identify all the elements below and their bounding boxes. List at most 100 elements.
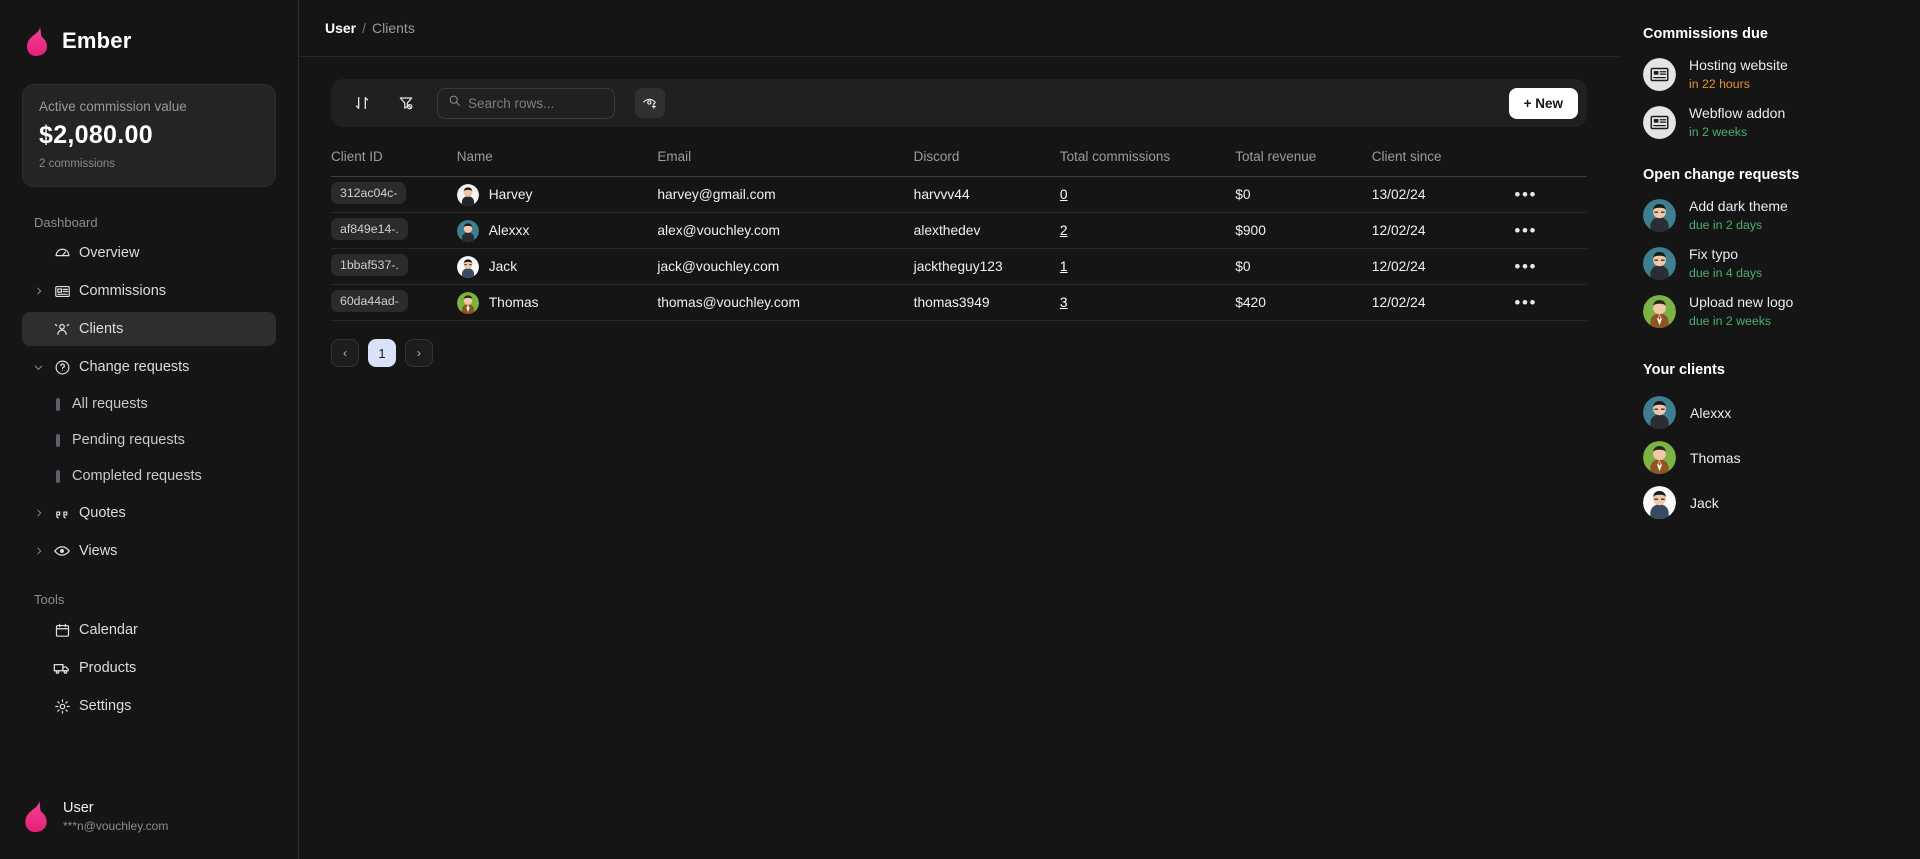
sidebar-item-commissions[interactable]: Commissions <box>22 274 276 308</box>
bullet-bar-icon <box>56 397 60 411</box>
table-row[interactable]: af849e14-. Alexxx alex@vouchley.com alex… <box>331 212 1587 249</box>
column-header-discord[interactable]: Discord <box>913 139 1060 177</box>
change-request-due: due in 2 days <box>1689 218 1763 233</box>
change-request-item[interactable]: Add dark theme due in 2 days <box>1643 197 1896 234</box>
cell-email: harvey@gmail.com <box>657 176 914 213</box>
column-header-commissions[interactable]: Total commissions <box>1059 139 1236 177</box>
commissions-link[interactable]: 2 <box>1060 223 1068 238</box>
column-header-client-id[interactable]: Client ID <box>331 139 457 177</box>
cell-client-id: 1bbaf537-. <box>331 248 457 285</box>
change-request-item[interactable]: Upload new logo due in 2 weeks <box>1643 293 1896 330</box>
sidebar-subitem-completed-requests[interactable]: Completed requests <box>22 460 276 492</box>
pagination: ‹ 1 › <box>331 339 1587 367</box>
column-header-email[interactable]: Email <box>657 139 914 177</box>
client-id-chip[interactable]: af849e14-. <box>331 218 408 240</box>
chevron-right-icon[interactable] <box>32 546 45 556</box>
table-row[interactable]: 60da44ad- Thomas thomas@vouchley.com tho… <box>331 284 1587 321</box>
chevron-right-icon[interactable] <box>32 286 45 296</box>
client-list-item[interactable]: Alexxx <box>1643 396 1896 430</box>
calendar-icon <box>53 622 71 639</box>
column-header-revenue[interactable]: Total revenue <box>1235 139 1372 177</box>
sidebar-item-clients[interactable]: Clients <box>22 312 276 346</box>
table-row[interactable]: 1bbaf537-. Jack jack@vouchley.com jackth… <box>331 248 1587 285</box>
pagination-next-button[interactable]: › <box>405 339 433 367</box>
avatar <box>456 183 479 206</box>
commission-due: in 2 weeks <box>1689 124 1748 139</box>
avatar <box>1643 396 1676 430</box>
breadcrumb-root[interactable]: User <box>325 20 356 36</box>
cell-client-id: af849e14-. <box>331 212 457 249</box>
commissions-link[interactable]: 0 <box>1060 187 1068 202</box>
stat-label: Active commission value <box>39 99 187 114</box>
cell-actions: ••• <box>1514 176 1587 213</box>
sidebar-item-calendar[interactable]: Calendar <box>22 613 276 647</box>
new-button[interactable]: + New <box>1508 87 1578 119</box>
search-input[interactable] <box>468 95 604 111</box>
pagination-prev-button[interactable]: ‹ <box>331 339 359 367</box>
nav-section-dashboard: Dashboard <box>34 215 98 230</box>
commission-due-item[interactable]: Webflow addon in 2 weeks <box>1643 104 1896 141</box>
avatar <box>1643 441 1676 475</box>
client-id-chip[interactable]: 312ac04c- <box>331 182 407 204</box>
gear-icon <box>53 698 71 715</box>
cell-name: Thomas <box>456 284 658 321</box>
sidebar-item-quotes[interactable]: Quotes <box>22 496 276 530</box>
brand-name: Ember <box>62 28 132 53</box>
cell-discord: harvvv44 <box>913 176 1060 213</box>
footer-user-name: User <box>63 800 94 817</box>
row-menu-icon[interactable]: ••• <box>1514 293 1537 312</box>
sort-arrows-icon[interactable] <box>347 88 377 118</box>
sidebar-item-label: Products <box>79 660 137 676</box>
chevron-right-icon[interactable] <box>32 508 45 518</box>
row-menu-icon[interactable]: ••• <box>1514 221 1537 240</box>
sidebar-item-views[interactable]: Views <box>22 534 276 568</box>
sidebar-item-change-requests[interactable]: Change requests <box>22 350 276 384</box>
chevron-down-icon[interactable] <box>32 362 45 373</box>
footer-user-email: ***n@vouchley.com <box>63 818 169 833</box>
sidebar-item-label: Calendar <box>79 622 138 638</box>
commission-due-item[interactable]: Hosting website in 22 hours <box>1643 56 1896 93</box>
brand[interactable]: Ember <box>0 0 298 64</box>
cell-name: Jack <box>456 248 658 285</box>
row-menu-icon[interactable]: ••• <box>1514 257 1537 276</box>
table-body: 312ac04c- Harvey harvey@gmail.com harvvv… <box>331 176 1587 321</box>
client-id-chip[interactable]: 1bbaf537-. <box>331 254 408 276</box>
table-row[interactable]: 312ac04c- Harvey harvey@gmail.com harvvv… <box>331 176 1587 213</box>
nav-section-tools: Tools <box>34 592 65 607</box>
breadcrumb-separator: / <box>362 20 367 36</box>
client-list-item[interactable]: Jack <box>1643 486 1896 520</box>
sidebar-item-settings[interactable]: Settings <box>22 689 276 723</box>
filter-off-icon[interactable] <box>391 88 421 118</box>
eye-plus-icon[interactable] <box>635 88 665 118</box>
sidebar-subitem-all-requests[interactable]: All requests <box>22 388 276 420</box>
client-id-chip[interactable]: 60da44ad- <box>331 290 408 312</box>
sidebar-item-label: Views <box>79 543 118 559</box>
avatar <box>456 255 479 278</box>
sidebar-item-label: Overview <box>79 245 140 261</box>
sidebar-user-footer[interactable]: User ***n@vouchley.com <box>0 773 298 859</box>
column-header-name[interactable]: Name <box>456 139 658 177</box>
avatar <box>1643 295 1676 329</box>
search-box[interactable] <box>437 87 615 119</box>
bullet-bar-icon <box>56 433 60 447</box>
cell-discord: alexthedev <box>913 212 1060 249</box>
cell-total-commissions: 3 <box>1059 284 1236 321</box>
commissions-link[interactable]: 1 <box>1060 259 1068 274</box>
bullet-bar-icon <box>56 469 60 483</box>
sidebar-subitem-pending-requests[interactable]: Pending requests <box>22 424 276 456</box>
column-header-client-since[interactable]: Client since <box>1371 139 1515 177</box>
cell-discord: jacktheguy123 <box>913 248 1060 285</box>
sidebar-item-products[interactable]: Products <box>22 651 276 685</box>
client-name: Alexxx <box>488 223 530 238</box>
row-menu-icon[interactable]: ••• <box>1514 185 1537 204</box>
change-request-item[interactable]: Fix typo due in 4 days <box>1643 245 1896 282</box>
sidebar-item-overview[interactable]: Overview <box>22 236 276 270</box>
cell-email: jack@vouchley.com <box>657 248 914 285</box>
change-request-title: Add dark theme <box>1689 198 1788 215</box>
client-list-item[interactable]: Thomas <box>1643 441 1896 475</box>
sidebar-item-label: Change requests <box>79 359 190 375</box>
commissions-link[interactable]: 3 <box>1060 295 1068 310</box>
pagination-page-1[interactable]: 1 <box>368 339 396 367</box>
table-header-row: Client ID Name Email Discord Total commi… <box>331 139 1587 177</box>
stat-value: $2,080.00 <box>39 121 153 149</box>
